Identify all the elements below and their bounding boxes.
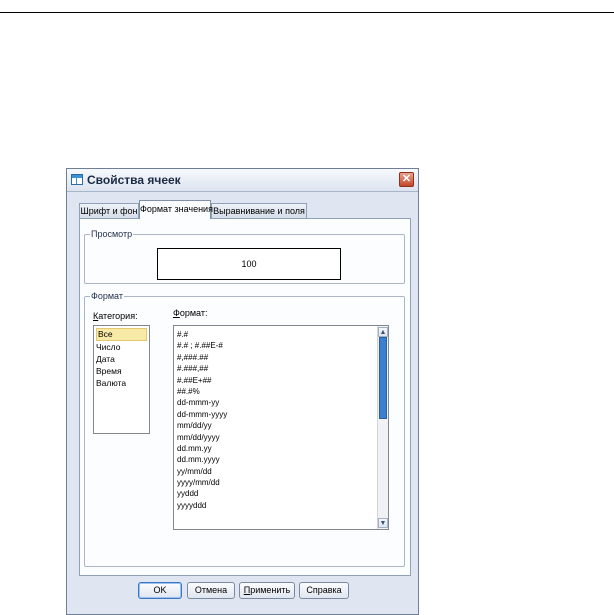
tab-alignment-margins[interactable]: Выравнивание и поля: [211, 203, 307, 218]
tab-value-format[interactable]: Формат значения: [139, 200, 213, 219]
preview-legend: Просмотр: [90, 229, 134, 239]
format-group: Формат Категория: Формат: Все Число Дата…: [84, 291, 405, 567]
scroll-down-arrow-icon[interactable]: ▼: [378, 518, 388, 528]
tab-font-background[interactable]: Шрифт и фон: [79, 203, 139, 218]
scroll-thumb[interactable]: [379, 337, 387, 419]
dialog-title: Свойства ячеек: [87, 173, 181, 187]
top-rule: [0, 12, 614, 13]
format-list-scrollbar[interactable]: ▲ ▼: [377, 326, 388, 529]
format-item[interactable]: ##.#%: [177, 386, 227, 397]
format-item[interactable]: yyddd: [177, 488, 227, 499]
cell-properties-dialog: Свойства ячеек ✕ Шрифт и фон Формат знач…: [66, 168, 419, 615]
format-item[interactable]: yyyyddd: [177, 500, 227, 511]
format-item[interactable]: #.# ; #.##E-#: [177, 340, 227, 351]
format-list[interactable]: #.# #.# ; #.##E-# #,###.## #.###,## #.##…: [173, 325, 389, 530]
scroll-up-arrow-icon[interactable]: ▲: [378, 327, 388, 337]
format-label: Формат:: [173, 308, 208, 318]
cancel-button[interactable]: Отмена: [187, 582, 235, 599]
title-bar[interactable]: Свойства ячеек ✕: [67, 169, 418, 192]
help-button[interactable]: Справка: [299, 582, 349, 599]
preview-group: Просмотр 100: [84, 229, 405, 284]
apply-button[interactable]: Применить: [239, 582, 295, 599]
ok-button[interactable]: OK: [138, 582, 182, 599]
table-icon: [71, 174, 83, 185]
format-item[interactable]: mm/dd/yy: [177, 420, 227, 431]
category-item-number[interactable]: Число: [94, 341, 149, 353]
category-label: Категория:: [93, 311, 138, 321]
category-item-time[interactable]: Время: [94, 365, 149, 377]
format-legend: Формат: [90, 291, 124, 301]
format-item[interactable]: yy/mm/dd: [177, 466, 227, 477]
category-item-date[interactable]: Дата: [94, 353, 149, 365]
tab-panel: Просмотр 100 Формат Категория: Формат: В…: [79, 218, 411, 576]
category-item-currency[interactable]: Валюта: [94, 377, 149, 389]
format-item[interactable]: #.##E+##: [177, 375, 227, 386]
preview-value: 100: [157, 248, 341, 280]
format-item[interactable]: dd.mm.yy: [177, 443, 227, 454]
category-item-all[interactable]: Все: [96, 328, 147, 341]
format-item[interactable]: dd-mmm-yy: [177, 397, 227, 408]
category-list[interactable]: Все Число Дата Время Валюта: [93, 325, 150, 434]
format-item[interactable]: #.###,##: [177, 363, 227, 374]
format-item[interactable]: dd.mm.yyyy: [177, 454, 227, 465]
format-item[interactable]: mm/dd/yyyy: [177, 432, 227, 443]
format-item[interactable]: dd-mmm-yyyy: [177, 409, 227, 420]
format-item[interactable]: #.#: [177, 329, 227, 340]
close-button[interactable]: ✕: [399, 172, 414, 187]
format-item[interactable]: yyyy/mm/dd: [177, 477, 227, 488]
format-item[interactable]: #,###.##: [177, 352, 227, 363]
